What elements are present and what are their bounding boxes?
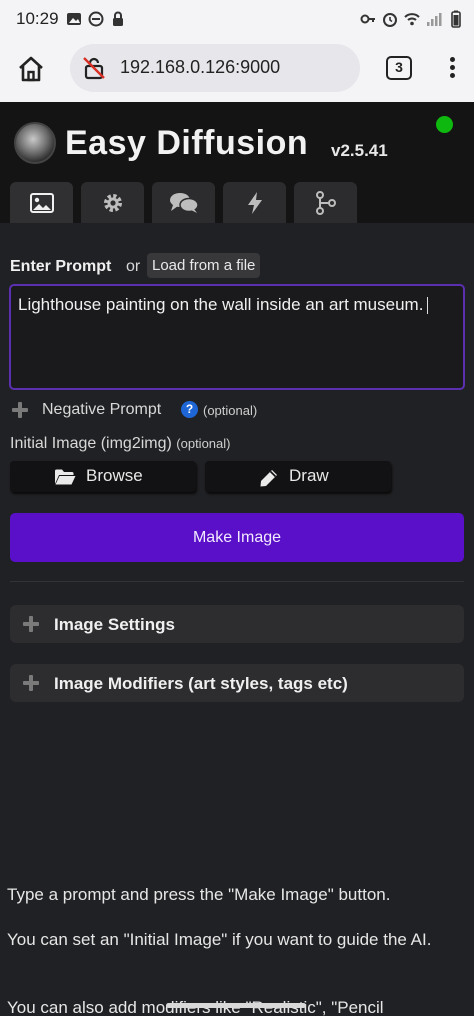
initial-image-label-text: Initial Image (img2img) [10, 435, 172, 452]
negative-prompt-optional: (optional) [203, 403, 258, 418]
plus-icon [23, 675, 39, 691]
wifi-icon [404, 13, 420, 26]
alarm-icon [383, 13, 397, 27]
main-tabs [10, 182, 357, 223]
prompt-value: Lighthouse painting on the wall inside a… [18, 295, 424, 314]
tab-generate[interactable] [10, 182, 73, 223]
prompt-label: Enter Prompt [10, 258, 112, 275]
insecure-lock-icon[interactable] [82, 56, 106, 80]
do-not-disturb-icon [88, 11, 104, 27]
address-bar[interactable]: 192.168.0.126:9000 [70, 44, 360, 92]
url-text[interactable]: 192.168.0.126:9000 [120, 57, 280, 78]
app-header: Easy Diffusion v2.5.41 [0, 102, 474, 223]
draw-button[interactable]: Draw [205, 461, 391, 492]
prompt-or-text: or [126, 258, 141, 275]
chat-icon [169, 192, 199, 213]
gear-icon [103, 193, 122, 212]
help-icon[interactable]: ? [181, 401, 198, 418]
initial-image-optional: (optional) [176, 436, 231, 451]
tab-whats-new[interactable] [223, 182, 286, 223]
branch-icon [315, 190, 336, 215]
browser-toolbar: 192.168.0.126:9000 3 [0, 40, 474, 102]
lightning-icon [247, 191, 262, 214]
browser-menu-icon[interactable] [446, 54, 458, 84]
negative-prompt-label: Negative Prompt [42, 401, 162, 418]
server-status-indicator [436, 116, 453, 133]
status-icons-left [66, 10, 126, 28]
divider [10, 581, 464, 582]
tab-community[interactable] [152, 182, 215, 223]
tab-switcher-button[interactable]: 3 [386, 56, 412, 80]
app-title: Easy Diffusion [65, 124, 309, 162]
plus-icon [23, 616, 39, 632]
browse-label: Browse [86, 466, 143, 485]
tab-settings[interactable] [81, 182, 144, 223]
prompt-textarea[interactable]: Lighthouse painting on the wall inside a… [9, 284, 465, 390]
draw-label: Draw [289, 466, 329, 485]
lock-icon [113, 11, 123, 26]
image-icon [67, 13, 81, 25]
key-icon [360, 14, 375, 24]
help-text-line: You can set an "Initial Image" if you wa… [7, 930, 432, 949]
folder-open-icon [55, 469, 76, 485]
app-logo [14, 122, 56, 164]
status-time: 10:29 [16, 9, 59, 28]
image-modifiers-section[interactable]: Image Modifiers (art styles, tags etc) [10, 664, 464, 702]
image-settings-label: Image Settings [54, 615, 175, 634]
initial-image-label: Initial Image (img2img) (optional) [10, 435, 230, 453]
app-version: v2.5.41 [331, 141, 388, 160]
load-from-file-button[interactable]: Load from a file [147, 253, 261, 278]
home-icon[interactable] [16, 54, 46, 84]
image-settings-section[interactable]: Image Settings [10, 605, 464, 643]
status-icons-right [360, 10, 464, 28]
help-text-line: Type a prompt and press the "Make Image"… [7, 885, 391, 904]
pencil-icon [260, 470, 277, 487]
status-bar: 10:29 [0, 0, 474, 40]
browse-button[interactable]: Browse [10, 461, 196, 492]
text-caret [427, 297, 429, 315]
image-modifiers-label: Image Modifiers (art styles, tags etc) [54, 674, 348, 693]
image-icon [29, 192, 54, 213]
gesture-navigation-bar[interactable] [166, 1003, 306, 1008]
make-image-button[interactable]: Make Image [10, 513, 464, 562]
main-content: Enter Prompt or Load from a file Lightho… [0, 223, 474, 1016]
plus-icon [12, 402, 28, 418]
tab-merge[interactable] [294, 182, 357, 223]
signal-icon [427, 13, 442, 26]
battery-icon [451, 10, 461, 28]
